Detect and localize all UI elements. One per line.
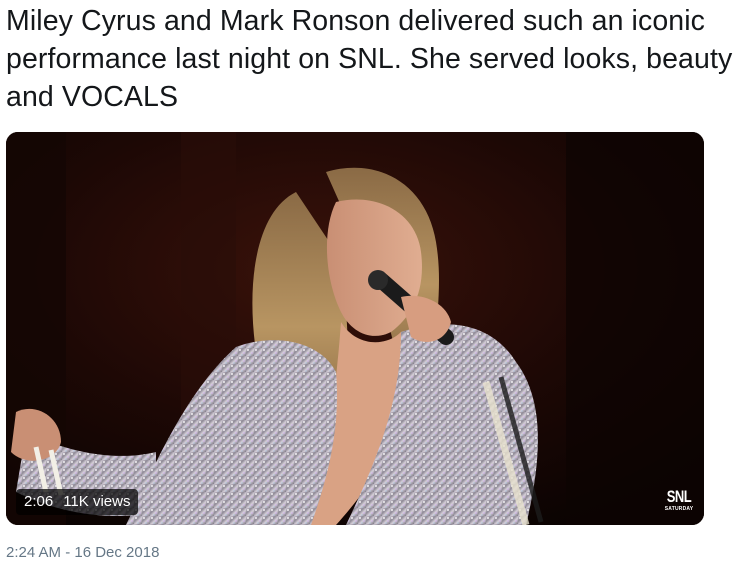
video-player[interactable]: 2:06 11K views SNL SATURDAY <box>6 132 704 525</box>
video-duration: 2:06 <box>24 493 54 510</box>
snl-logo-subtitle: SATURDAY <box>664 506 694 512</box>
tweet-timestamp[interactable]: 2:24 AM - 16 Dec 2018 <box>6 543 159 563</box>
snl-logo: SNL SATURDAY <box>664 487 694 516</box>
video-frame <box>6 132 704 525</box>
video-views: 11K views <box>63 493 131 510</box>
video-badge: 2:06 11K views <box>16 489 139 515</box>
tweet-text: Miley Cyrus and Mark Ronson delivered su… <box>6 5 733 113</box>
snl-logo-title: SNL <box>666 487 692 506</box>
